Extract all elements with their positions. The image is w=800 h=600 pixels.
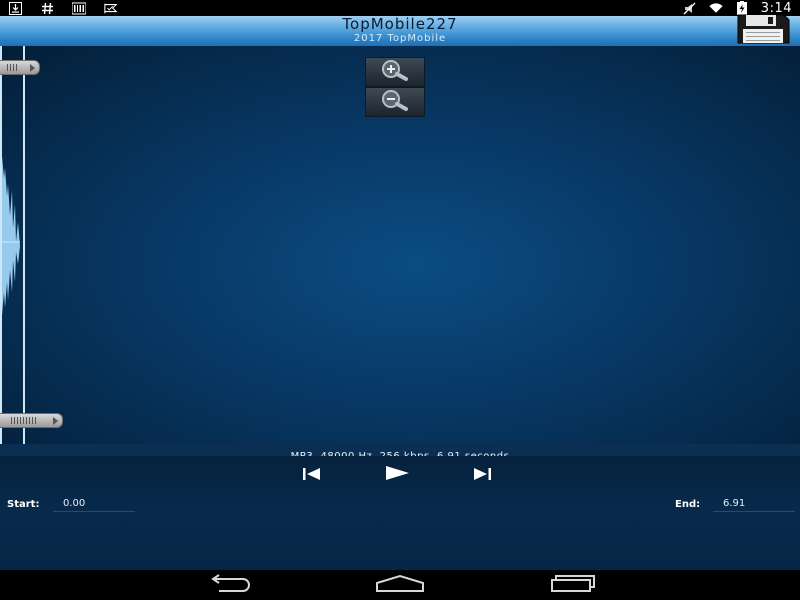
grip-line bbox=[35, 417, 36, 424]
title-bar: TopMobile227 2017 TopMobile bbox=[0, 14, 800, 48]
download-icon bbox=[8, 1, 22, 15]
back-icon bbox=[205, 574, 253, 596]
grip-line bbox=[20, 417, 21, 424]
app-subtitle: 2017 TopMobile bbox=[353, 33, 447, 44]
hash-icon bbox=[40, 1, 54, 15]
zoom-out-icon bbox=[373, 88, 417, 116]
back-button[interactable] bbox=[203, 574, 255, 596]
end-time-field[interactable]: 6.91 bbox=[713, 497, 795, 512]
home-button[interactable] bbox=[374, 574, 426, 596]
zoom-in-icon bbox=[373, 58, 417, 86]
app-title: TopMobile227 bbox=[342, 15, 458, 33]
start-label: Start: bbox=[7, 499, 40, 510]
skip-to-end-button[interactable] bbox=[469, 466, 495, 482]
info-bar: MP3, 48000 Hz, 256 kbps, 6.91 seconds bbox=[0, 444, 800, 462]
end-marker-handle[interactable] bbox=[0, 413, 63, 428]
zoom-in-button[interactable] bbox=[365, 57, 425, 87]
skip-to-start-button[interactable] bbox=[299, 466, 325, 482]
zoom-out-button[interactable] bbox=[365, 87, 425, 117]
grip-line bbox=[32, 417, 33, 424]
play-button[interactable] bbox=[383, 465, 411, 484]
skip-to-end-icon bbox=[472, 465, 492, 484]
floppy-disk-icon bbox=[735, 14, 791, 48]
battery-charging-icon bbox=[735, 1, 749, 15]
skip-to-start-icon bbox=[302, 465, 322, 484]
start-marker-handle[interactable] bbox=[0, 60, 40, 75]
grip-line bbox=[14, 417, 15, 424]
grip-line bbox=[16, 64, 17, 71]
start-marker-line bbox=[0, 46, 2, 444]
grip-line bbox=[10, 64, 11, 71]
home-icon bbox=[374, 574, 426, 596]
arrow-right-icon bbox=[30, 64, 35, 72]
waveform bbox=[2, 156, 20, 316]
audio-editor-screen: 3:14 TopMobile227 2017 TopMobile Start: … bbox=[0, 0, 800, 600]
grip-line bbox=[23, 417, 24, 424]
end-marker-line bbox=[23, 46, 25, 444]
mute-icon bbox=[683, 1, 697, 15]
grip-line bbox=[13, 64, 14, 71]
save-button[interactable] bbox=[734, 14, 792, 48]
barcode-icon bbox=[72, 1, 86, 15]
grip-line bbox=[17, 417, 18, 424]
grip-line bbox=[11, 417, 12, 424]
grip-line bbox=[29, 417, 30, 424]
recents-icon bbox=[548, 574, 596, 596]
wifi-icon bbox=[709, 1, 723, 15]
grip-line bbox=[7, 64, 8, 71]
end-label: End: bbox=[675, 499, 701, 510]
navigation-bar bbox=[0, 570, 800, 600]
start-time-field[interactable]: 0.00 bbox=[53, 497, 135, 512]
recents-button[interactable] bbox=[546, 575, 598, 595]
controls-area: Start: 0.00 End: 6.91 bbox=[0, 456, 800, 570]
play-icon bbox=[384, 465, 410, 484]
grip-line bbox=[26, 417, 27, 424]
check-flag-icon bbox=[104, 1, 118, 15]
arrow-right-icon bbox=[53, 417, 58, 425]
status-bar: 3:14 bbox=[0, 0, 800, 16]
waveform-panel[interactable] bbox=[0, 46, 800, 444]
